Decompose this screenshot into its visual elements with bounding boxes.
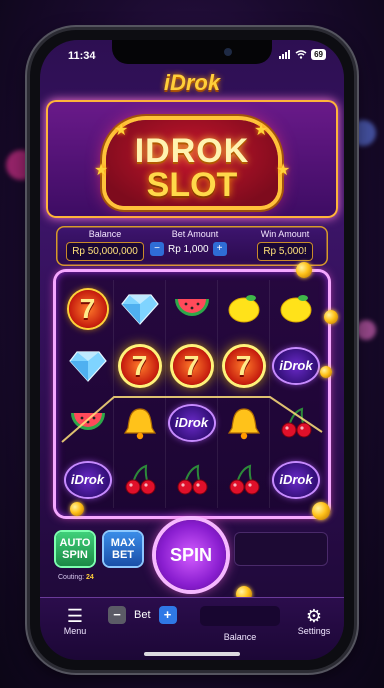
bet-increase-button[interactable]: + [212,242,227,256]
home-indicator [144,652,240,656]
watermelon-icon [69,407,107,439]
lemon-icon [225,293,263,325]
reel-cell [114,451,166,508]
info-display-panel [234,532,328,566]
counting-label: Couting: [58,574,85,581]
background-light [356,320,376,340]
reel-cell [218,394,270,451]
reel-cell: 7 [62,280,114,337]
battery-icon: 69 [311,49,326,60]
bell-icon [225,406,263,440]
watermelon-icon [173,293,211,325]
win-label: Win Amount [260,229,310,239]
reel-cell [114,394,166,451]
balance-section: Balance Rp 50,000,000 [62,229,148,261]
coin-icon [312,502,330,520]
reel-cell [270,394,322,451]
spin-button[interactable]: SPIN [156,520,226,590]
seven-symbol: 7 [172,346,211,385]
coin-icon [70,502,84,516]
info-bar: Balance Rp 50,000,000 Bet Amount − Rp 1,… [56,226,328,266]
cherry-icon [173,463,211,497]
logo-subtitle: SLOT [146,166,238,204]
bet-value: Rp 1,000 [168,243,209,255]
tab-balance-label: Balance [223,632,257,642]
status-icons: 69 [279,49,326,60]
reel-cell: iDrok [270,337,322,394]
idrok-symbol: iDrok [274,462,318,497]
reel-cell: 7 [218,337,270,394]
seven-symbol: 7 [224,346,263,385]
diamond-icon [68,350,107,382]
coin-icon [296,262,312,278]
coin-icon [324,310,338,324]
balance-label: Balance [88,229,122,239]
idrok-symbol: iDrok [65,462,110,497]
bet-section: Bet Amount − Rp 1,000 + [150,229,240,256]
reel-cell [166,451,218,508]
seven-symbol: 7 [68,289,107,328]
reel-cell: iDrok [166,394,218,451]
reel-cell [218,451,270,508]
auto-spin-button[interactable]: AUTO SPIN [56,532,94,566]
app-title: iDrok [163,70,221,95]
tab-bet-label: Bet [134,609,151,621]
tab-menu[interactable]: ☰ Menu [58,606,92,636]
reel-cell [114,280,166,337]
tab-settings-label: Settings [297,626,331,636]
reel-cell [218,280,270,337]
cherry-icon [225,463,263,497]
signal-icon [279,50,291,59]
tab-bet-increase-button[interactable]: + [158,606,177,624]
counting-value: 24 [86,574,94,581]
status-bar: 11:34 69 [64,48,326,64]
reel-cell [62,337,114,394]
reel-cell [166,280,218,337]
win-section: Win Amount Rp 5,000! [246,229,324,261]
counting-readout: Couting: 24 [58,574,94,581]
bet-label: Bet Amount [171,229,219,239]
status-time: 11:34 [68,50,96,62]
coin-icon [320,366,332,378]
idrok-symbol: iDrok [169,405,214,440]
tab-settings[interactable]: ⚙ Settings [294,606,334,636]
gear-icon: ⚙ [305,606,323,626]
balance-value: Rp 50,000,000 [66,242,144,261]
bet-decrease-button[interactable]: − [150,242,164,256]
tab-bet-decrease-button[interactable]: − [108,606,126,624]
spin-label: SPIN [169,544,212,565]
reel-cell: 7 [166,337,218,394]
cherry-icon [121,463,159,497]
reel-frame: 7 7 7 7 iDrok iDrok iDrok iDrok [56,272,328,516]
tab-bet-control: − Bet + [108,606,177,624]
reel-cell: iDrok [62,451,114,508]
reel-cell: 7 [114,337,166,394]
win-value: Rp 5,000! [257,242,313,261]
phone-frame: 11:34 69 iDrok ★ ★ ★ ★ IDROK SLOT Balanc… [30,30,354,670]
bottom-tab-bar: ☰ Menu − Bet + Balance ⚙ Settings [40,598,344,660]
tab-menu-label: Menu [63,626,87,636]
reel-grid: 7 7 7 7 iDrok iDrok iDrok iDrok [62,280,322,508]
app-screen: 11:34 69 iDrok ★ ★ ★ ★ IDROK SLOT Balanc… [40,40,344,660]
tab-balance-box [200,606,280,626]
lemon-icon [277,293,315,325]
menu-icon: ☰ [66,606,84,626]
seven-symbol: 7 [120,346,159,385]
max-bet-button[interactable]: MAX BET [104,532,142,566]
cherry-icon [277,406,315,440]
bell-icon [121,406,159,440]
reel-cell [62,394,114,451]
reel-cell [270,280,322,337]
diamond-icon [120,293,159,325]
wifi-icon [295,50,307,59]
idrok-symbol: iDrok [274,348,318,383]
reel-cell: iDrok [270,451,322,508]
